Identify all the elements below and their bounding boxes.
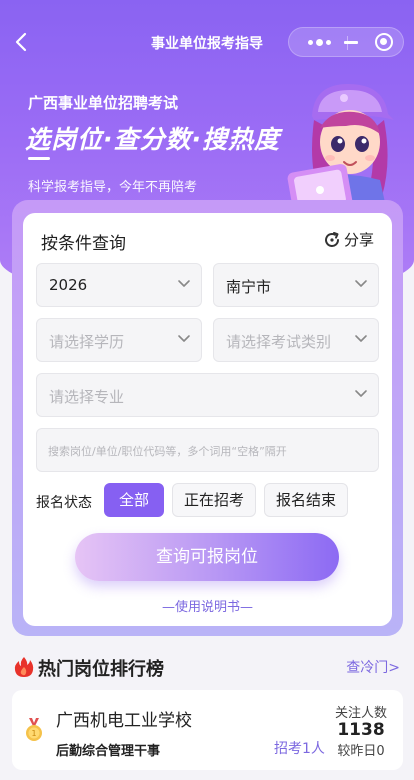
fire-icon <box>14 657 34 677</box>
query-card: 按条件查询 分享 2026 南宁市 请选择学历 请选择考试类别 请选择专业 搜索… <box>23 213 392 626</box>
nav-bar: 事业单位报考指导 <box>0 26 414 58</box>
svg-text:1: 1 <box>31 729 36 738</box>
ranking-item[interactable]: 1 广西机电工业学校 后勤综合管理干事 招考1人 关注人数 1138 较昨日0 <box>12 690 403 770</box>
query-title: 按条件查询 <box>41 234 126 254</box>
status-option-closed[interactable]: 报名结束 <box>264 483 348 517</box>
city-select[interactable]: 南宁市 <box>213 263 379 307</box>
major-select[interactable]: 请选择专业 <box>36 373 379 417</box>
refresh-share-icon <box>325 231 339 247</box>
hot-ranking-title: 热门岗位排行榜 <box>38 659 164 680</box>
cold-ranking-link[interactable]: 查冷门> <box>346 657 400 677</box>
chevron-down-icon <box>355 390 367 397</box>
hero-tagline: 科学报考指导，今年不再陪考 <box>28 180 198 195</box>
search-input[interactable]: 搜索岗位/单位/职位代码等，多个词用“空格”隔开 <box>36 428 379 472</box>
follow-label: 关注人数 <box>334 706 387 721</box>
more-dots-icon[interactable] <box>299 28 339 56</box>
share-button[interactable]: 分享 <box>323 229 374 250</box>
education-select[interactable]: 请选择学历 <box>36 318 202 362</box>
follow-count: 1138 <box>337 720 385 740</box>
year-value: 2026 <box>49 276 88 294</box>
query-submit-button[interactable]: 查询可报岗位 <box>75 533 339 581</box>
hero-subtitle: 广西事业单位招聘考试 <box>28 94 179 112</box>
chevron-down-icon <box>178 280 190 287</box>
mini-program-capsule <box>288 27 404 57</box>
status-option-all[interactable]: 全部 <box>104 483 164 517</box>
status-option-open[interactable]: 正在招考 <box>172 483 256 517</box>
status-label: 报名状态 <box>36 495 92 511</box>
search-placeholder: 搜索岗位/单位/职位代码等，多个词用“空格”隔开 <box>48 445 287 458</box>
gold-medal-icon: 1 <box>26 718 42 741</box>
hero-underline <box>28 157 50 160</box>
recruit-count: 招考1人 <box>274 741 325 757</box>
chevron-down-icon <box>355 280 367 287</box>
hot-ranking-header: 热门岗位排行榜 查冷门> <box>14 654 400 680</box>
position-name: 后勤综合管理干事 <box>56 744 161 759</box>
education-placeholder: 请选择学历 <box>49 333 125 351</box>
exam-type-select[interactable]: 请选择考试类别 <box>213 318 379 362</box>
hero-headline: 选岗位·查分数·搜热度 <box>25 125 280 154</box>
follow-compare: 较昨日0 <box>337 744 385 759</box>
city-value: 南宁市 <box>226 278 272 296</box>
share-label: 分享 <box>343 231 374 249</box>
major-placeholder: 请选择专业 <box>49 388 125 406</box>
unit-name: 广西机电工业学校 <box>56 711 192 731</box>
minimize-icon[interactable] <box>341 28 363 56</box>
manual-link[interactable]: —使用说明书— <box>23 596 392 615</box>
chevron-down-icon <box>355 335 367 342</box>
exam-type-placeholder: 请选择考试类别 <box>226 333 332 351</box>
chevron-down-icon <box>178 335 190 342</box>
mascot-illustration <box>287 84 394 216</box>
year-select[interactable]: 2026 <box>36 263 202 307</box>
target-close-icon[interactable] <box>375 33 393 51</box>
